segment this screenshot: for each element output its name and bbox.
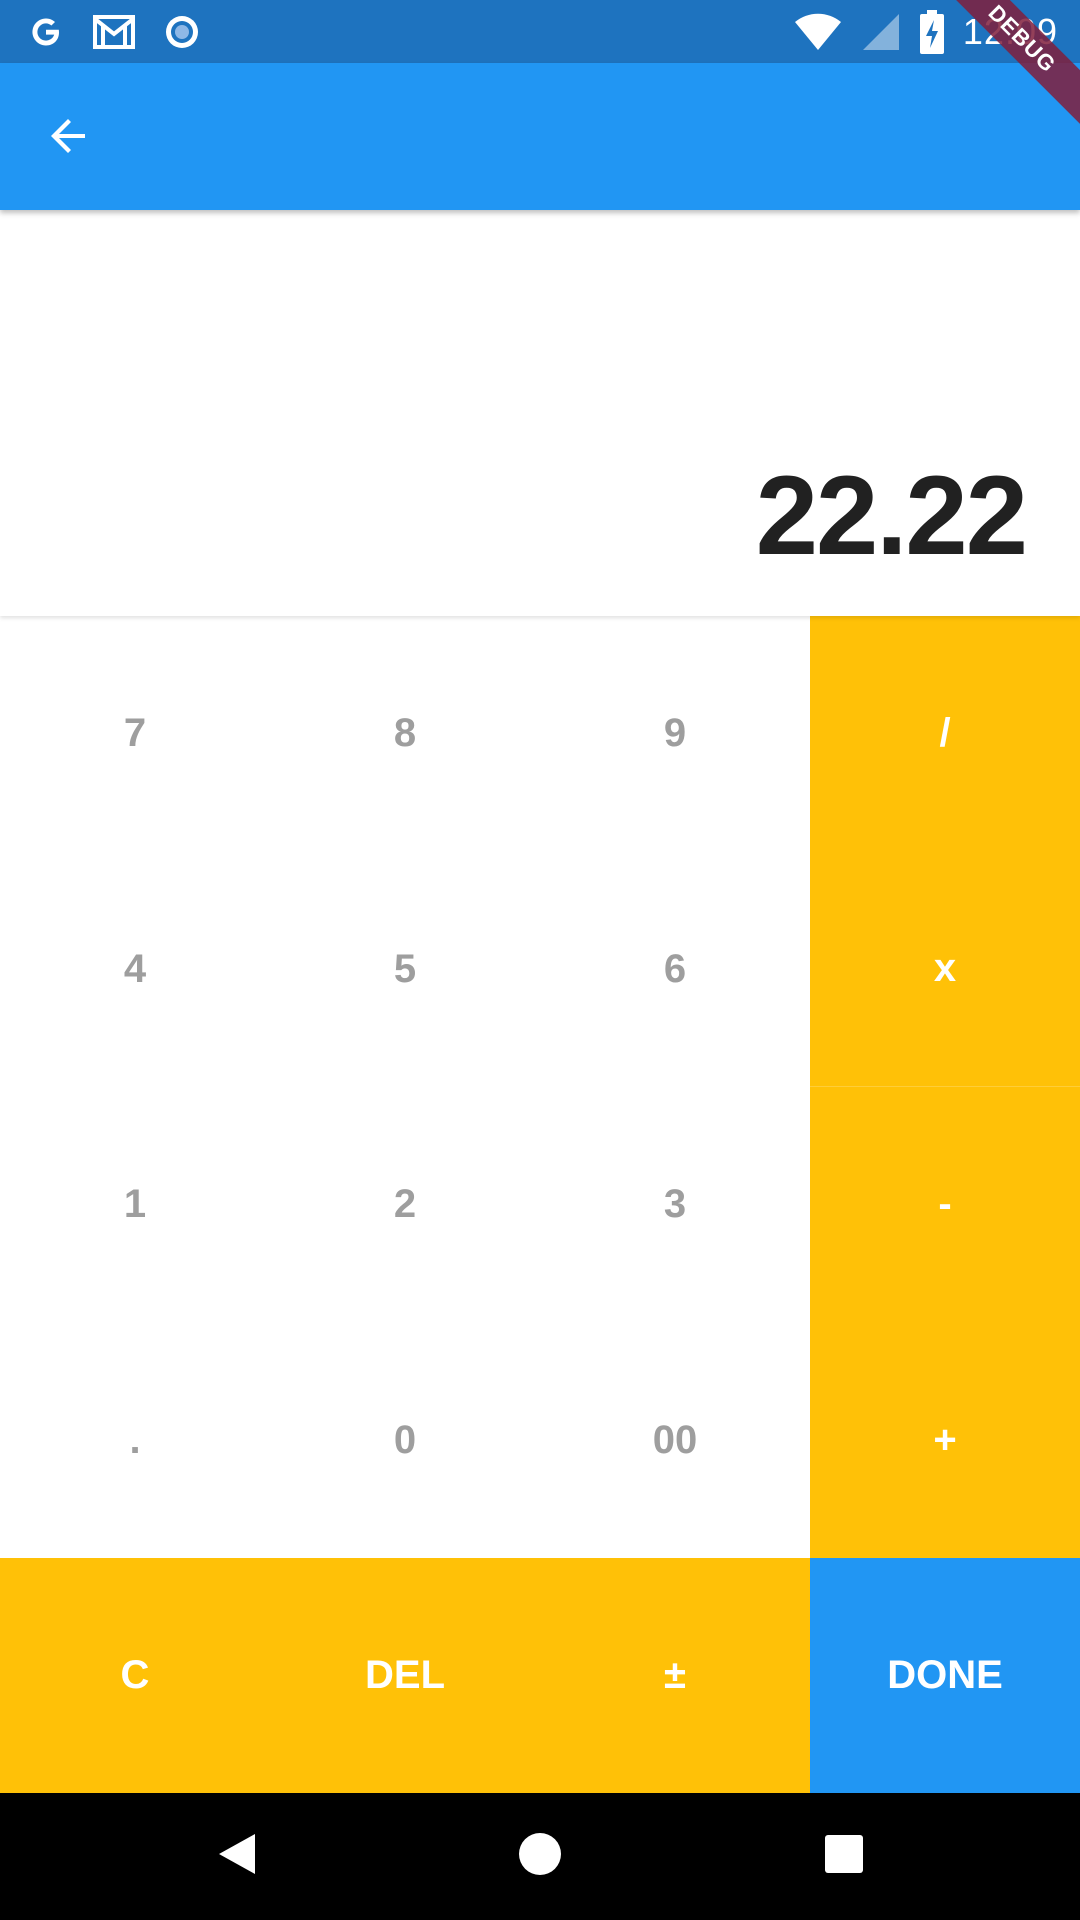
- arrow-back-icon: [45, 112, 93, 165]
- battery-charging-icon: [919, 10, 945, 54]
- display-panel: 22.22: [0, 210, 1080, 616]
- google-icon: [26, 12, 66, 52]
- cell-signal-icon: [861, 12, 901, 52]
- key-0[interactable]: 0: [270, 1322, 540, 1558]
- recents-square-icon: [824, 1834, 864, 1879]
- key-7[interactable]: 7: [0, 616, 270, 851]
- gmail-icon: [92, 12, 136, 52]
- key-3[interactable]: 3: [540, 1087, 810, 1322]
- nav-back-button[interactable]: [204, 1823, 270, 1889]
- sign-toggle-button[interactable]: ±: [540, 1558, 810, 1793]
- key-8[interactable]: 8: [270, 616, 540, 851]
- calculator-screen: 12:09 DEBUG 22.22 7 8 9 / 4 5 6 x 1 2 3 …: [0, 0, 1080, 1920]
- back-triangle-icon: [215, 1830, 259, 1883]
- nav-recents-button[interactable]: [811, 1823, 877, 1889]
- app-bar: [0, 63, 1080, 210]
- display-value: 22.22: [755, 453, 1028, 578]
- location-target-icon: [162, 12, 202, 52]
- back-button[interactable]: [34, 103, 104, 173]
- wifi-icon: [793, 12, 843, 52]
- key-divide[interactable]: /: [810, 616, 1080, 851]
- keypad: 7 8 9 / 4 5 6 x 1 2 3 - . 0 00 + C DEL ±…: [0, 616, 1080, 1793]
- key-add[interactable]: +: [810, 1322, 1080, 1558]
- delete-button[interactable]: DEL: [270, 1558, 540, 1793]
- status-bar: 12:09 DEBUG: [0, 0, 1080, 131]
- nav-home-button[interactable]: [507, 1823, 573, 1889]
- key-multiply[interactable]: x: [810, 851, 1080, 1087]
- key-decimal[interactable]: .: [0, 1322, 270, 1558]
- key-2[interactable]: 2: [270, 1087, 540, 1322]
- clear-button[interactable]: C: [0, 1558, 270, 1793]
- key-5[interactable]: 5: [270, 851, 540, 1087]
- done-button[interactable]: DONE: [810, 1558, 1080, 1793]
- key-00[interactable]: 00: [540, 1322, 810, 1558]
- key-subtract[interactable]: -: [810, 1087, 1080, 1322]
- key-1[interactable]: 1: [0, 1087, 270, 1322]
- home-circle-icon: [517, 1831, 563, 1882]
- key-9[interactable]: 9: [540, 616, 810, 851]
- key-6[interactable]: 6: [540, 851, 810, 1087]
- navigation-bar: [0, 1793, 1080, 1920]
- key-4[interactable]: 4: [0, 851, 270, 1087]
